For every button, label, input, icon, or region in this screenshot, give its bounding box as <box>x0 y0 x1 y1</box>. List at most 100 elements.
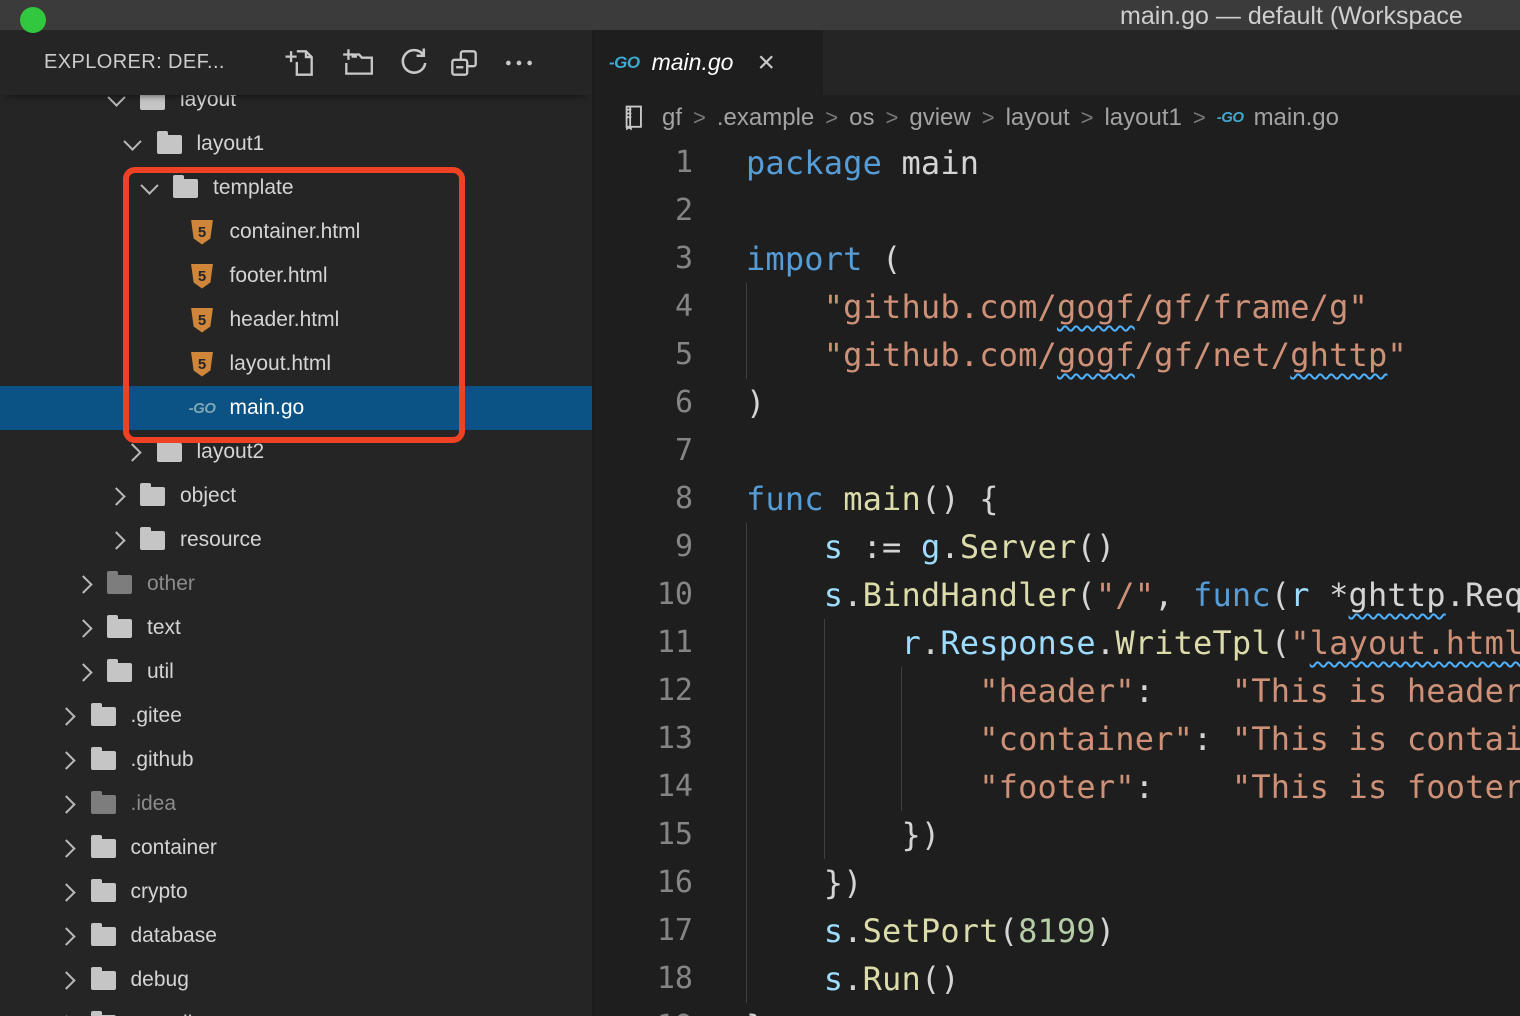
chevron-right-icon[interactable] <box>57 927 75 945</box>
tree-item-resource[interactable]: resource <box>0 518 592 562</box>
chevron-right-icon[interactable] <box>57 839 75 857</box>
code-text: "github.com/gogf/gf/frame/g" <box>746 283 1368 331</box>
code-line-13[interactable]: 13 "container": "This is contain <box>593 715 1520 763</box>
tree-item-debug[interactable]: debug <box>0 958 592 1002</box>
line-number: 16 <box>593 859 693 907</box>
code-line-4[interactable]: 4 "github.com/gogf/gf/frame/g" <box>593 283 1520 331</box>
close-tab-icon[interactable]: × <box>757 48 775 78</box>
code-text: s.BindHandler("/", func(r *ghttp.Requ <box>746 571 1520 619</box>
explorer-sidebar: EXPLORER: DEF... <box>0 30 593 1016</box>
refresh-icon <box>397 46 431 80</box>
chevron-right-icon[interactable] <box>107 531 125 549</box>
tree-item--idea[interactable]: .idea <box>0 782 592 826</box>
chevron-right-icon[interactable] <box>74 663 92 681</box>
chevron-right-icon[interactable] <box>57 707 75 725</box>
chevron-right-icon[interactable] <box>57 795 75 813</box>
line-number: 6 <box>593 379 693 427</box>
tree-item-database[interactable]: database <box>0 914 592 958</box>
collapse-all-button[interactable] <box>447 46 481 80</box>
breadcrumb-item-main-go[interactable]: main.go <box>1217 104 1339 132</box>
new-file-button[interactable] <box>283 46 317 80</box>
code-line-11[interactable]: 11 r.Response.WriteTpl("layout.html" <box>593 619 1520 667</box>
tree-item-label: main.go <box>230 396 305 420</box>
code-line-6[interactable]: 6) <box>593 379 1520 427</box>
breadcrumb-label: gview <box>909 104 970 132</box>
code-line-15[interactable]: 15 }) <box>593 811 1520 859</box>
code-line-9[interactable]: 9 s := g.Server() <box>593 523 1520 571</box>
code-line-1[interactable]: 1package main <box>593 139 1520 187</box>
code-line-17[interactable]: 17 s.SetPort(8199) <box>593 907 1520 955</box>
code-line-12[interactable]: 12 "header": "This is header" <box>593 667 1520 715</box>
chevron-right-icon[interactable] <box>57 883 75 901</box>
code-line-5[interactable]: 5 "github.com/gogf/gf/net/ghttp" <box>593 331 1520 379</box>
tree-item-container-html[interactable]: 5container.html <box>0 210 592 254</box>
tab-label: main.go <box>652 49 734 76</box>
tree-item-layout2[interactable]: layout2 <box>0 430 592 474</box>
tree-item-main-go[interactable]: main.go <box>0 386 592 430</box>
tree-item-util[interactable]: util <box>0 650 592 694</box>
tree-item-footer-html[interactable]: 5footer.html <box>0 254 592 298</box>
tree-item-template[interactable]: template <box>0 166 592 210</box>
code-line-10[interactable]: 10 s.BindHandler("/", func(r *ghttp.Requ <box>593 571 1520 619</box>
chevron-right-icon[interactable] <box>57 971 75 989</box>
chevron-right-icon[interactable] <box>107 487 125 505</box>
line-number: 2 <box>593 187 693 235</box>
chevron-right-icon[interactable] <box>123 443 141 461</box>
line-number: 10 <box>593 571 693 619</box>
tree-item-label: encoding <box>131 1012 216 1016</box>
code-text: package main <box>746 139 979 187</box>
folder-icon <box>91 927 116 946</box>
code-line-14[interactable]: 14 "footer": "This is footer" <box>593 763 1520 811</box>
code-line-2[interactable]: 2 <box>593 187 1520 235</box>
breadcrumb-item-os[interactable]: os <box>849 104 874 132</box>
code-line-16[interactable]: 16 }) <box>593 859 1520 907</box>
code-text: s := g.Server() <box>746 523 1115 571</box>
code-line-8[interactable]: 8func main() { <box>593 475 1520 523</box>
breadcrumb-item-layout[interactable]: layout <box>1006 104 1070 132</box>
line-number: 15 <box>593 811 693 859</box>
code-line-19[interactable]: 19} <box>593 1003 1520 1016</box>
chevron-right-icon[interactable] <box>74 575 92 593</box>
tree-item--gitee[interactable]: .gitee <box>0 694 592 738</box>
chevron-down-icon[interactable] <box>140 176 158 194</box>
folder-icon <box>91 751 116 770</box>
breadcrumb-item--example[interactable]: .example <box>717 104 814 132</box>
folder-icon <box>91 971 116 990</box>
chevron-down-icon[interactable] <box>123 132 141 150</box>
tree-item-container[interactable]: container <box>0 826 592 870</box>
breadcrumb-item-gf[interactable]: gf <box>619 101 682 134</box>
chevron-right-icon[interactable] <box>57 751 75 769</box>
folder-icon <box>140 531 165 550</box>
refresh-button[interactable] <box>397 46 431 80</box>
new-folder-button[interactable] <box>341 46 375 80</box>
breadcrumb-item-layout1[interactable]: layout1 <box>1104 104 1181 132</box>
tab-main-go[interactable]: main.go × <box>593 30 823 95</box>
folder-icon <box>91 707 116 726</box>
tree-item--github[interactable]: .github <box>0 738 592 782</box>
breadcrumb-separator: > <box>885 105 898 131</box>
tree-item-header-html[interactable]: 5header.html <box>0 298 592 342</box>
folder-icon <box>107 575 132 594</box>
window-control-green-icon[interactable] <box>20 7 46 33</box>
breadcrumb-label: layout <box>1006 104 1070 132</box>
chevron-right-icon[interactable] <box>74 619 92 637</box>
code-line-7[interactable]: 7 <box>593 427 1520 475</box>
tree-item-layout-html[interactable]: 5layout.html <box>0 342 592 386</box>
line-number: 19 <box>593 1003 693 1016</box>
breadcrumb-label: main.go <box>1254 104 1339 132</box>
tree-item-other[interactable]: other <box>0 562 592 606</box>
code-text: s.Run() <box>746 955 960 1003</box>
chevron-down-icon[interactable] <box>107 95 125 106</box>
new-file-icon <box>283 46 317 80</box>
tree-item-text[interactable]: text <box>0 606 592 650</box>
breadcrumb-item-gview[interactable]: gview <box>909 104 970 132</box>
code-line-3[interactable]: 3import ( <box>593 235 1520 283</box>
tree-item-layout1[interactable]: layout1 <box>0 122 592 166</box>
tree-item-object[interactable]: object <box>0 474 592 518</box>
line-number: 5 <box>593 331 693 379</box>
tree-item-crypto[interactable]: crypto <box>0 870 592 914</box>
more-actions-button[interactable] <box>502 46 536 80</box>
code-line-18[interactable]: 18 s.Run() <box>593 955 1520 1003</box>
tree-item-layout[interactable]: layout <box>0 95 592 122</box>
tree-item-encoding[interactable]: encoding <box>0 1002 592 1016</box>
